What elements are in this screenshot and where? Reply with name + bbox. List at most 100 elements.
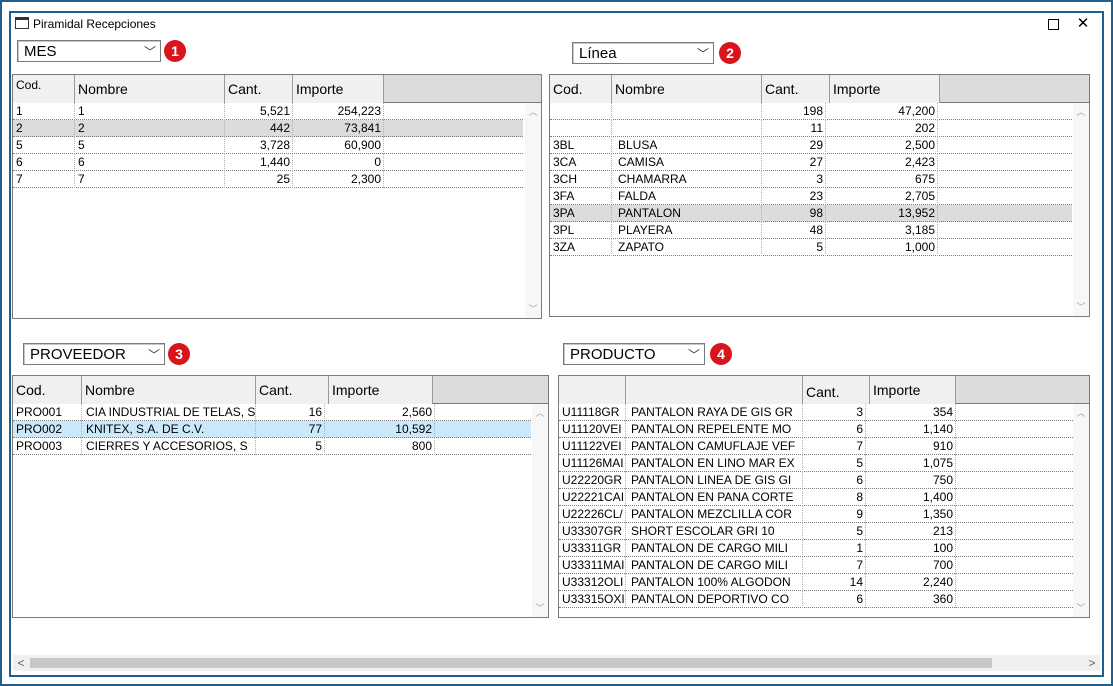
table-row[interactable]: 3ZA ZAPATO 5 1,000 <box>550 239 1072 256</box>
column-header-cod[interactable]: Cod. <box>550 75 612 103</box>
close-button[interactable]: ✕ <box>1070 15 1096 33</box>
header-filler <box>433 376 548 404</box>
cell-cod: 3CA <box>550 154 612 171</box>
table-row[interactable]: 198 47,200 <box>550 103 1072 120</box>
column-header-importe[interactable]: Importe <box>870 376 956 404</box>
column-header-importe[interactable]: Importe <box>830 75 940 103</box>
column-header-importe[interactable]: Importe <box>329 376 433 404</box>
cell-importe: 2,560 <box>325 404 435 421</box>
cell-cant: 48 <box>762 222 826 239</box>
cell-nombre: 1 <box>75 103 225 120</box>
cell-cant: 9 <box>803 506 866 523</box>
cell-nombre <box>612 103 762 120</box>
table-row-selected[interactable]: 2 2 442 73,841 <box>13 120 523 137</box>
column-header-cant[interactable]: Cant. <box>256 376 329 404</box>
column-header-cod[interactable]: Cod. <box>13 75 75 103</box>
proveedor-combo[interactable]: PROVEEDOR ﹀ <box>23 343 165 365</box>
column-header-nombre[interactable]: Nombre <box>82 376 256 404</box>
table-row[interactable]: U11118GR PANTALON RAYA DE GIS GR 3 354 <box>559 404 1073 421</box>
table-row-selected[interactable]: PRO002 KNITEX, S.A. DE C.V. 77 10,592 <box>13 421 531 438</box>
vertical-scrollbar[interactable]: ︿ ﹀ <box>532 404 548 617</box>
cell-nombre: 7 <box>75 171 225 188</box>
linea-combo-value: Línea <box>579 45 617 62</box>
window-title: Piramidal Recepciones <box>33 17 156 31</box>
table-row[interactable]: 6 6 1,440 0 <box>13 154 523 171</box>
chevron-left-icon[interactable]: < <box>13 655 29 671</box>
vertical-scrollbar[interactable]: ︿ ﹀ <box>1073 404 1089 617</box>
title-bar: Piramidal Recepciones ✕ <box>11 13 1102 35</box>
cell-nombre: PANTALON EN LINO MAR EX <box>626 455 803 472</box>
column-header-cant[interactable]: Cant. <box>762 75 830 103</box>
scroll-down-icon[interactable]: ﹀ <box>1073 300 1089 314</box>
table-row[interactable]: PRO001 CIA INDUSTRIAL DE TELAS, S 16 2,5… <box>13 404 531 421</box>
cell-cod: PRO002 <box>13 421 82 438</box>
scroll-down-icon[interactable]: ﹀ <box>1073 601 1089 615</box>
scrollbar-thumb[interactable] <box>30 658 992 668</box>
table-row[interactable]: PRO003 CIERRES Y ACCESORIOS, S 5 800 <box>13 438 531 455</box>
cell-cod <box>550 120 612 137</box>
cell-cant: 25 <box>225 171 293 188</box>
table-row[interactable]: 3BL BLUSA 29 2,500 <box>550 137 1072 154</box>
proveedor-grid[interactable]: Cod. Nombre Cant. Importe PRO001 CIA IND… <box>12 375 549 618</box>
table-row[interactable]: 3PL PLAYERA 48 3,185 <box>550 222 1072 239</box>
cell-cant: 6 <box>803 421 866 438</box>
table-row-selected[interactable]: 3PA PANTALON 98 13,952 <box>550 205 1072 222</box>
scroll-down-icon[interactable]: ﹀ <box>525 302 541 316</box>
chevron-right-icon[interactable]: > <box>1084 655 1100 671</box>
table-row[interactable]: U11122VEI PANTALON CAMUFLAJE VEF 7 910 <box>559 438 1073 455</box>
linea-grid[interactable]: Cod. Nombre Cant. Importe 198 47,200 11 … <box>549 74 1090 317</box>
producto-combo[interactable]: PRODUCTO ﹀ <box>563 343 705 365</box>
table-row[interactable]: 7 7 25 2,300 <box>13 171 523 188</box>
cell-cod: U22220GR <box>559 472 626 489</box>
column-header-cod[interactable] <box>559 376 626 404</box>
column-header-importe[interactable]: Importe <box>293 75 384 103</box>
cell-cant: 1,440 <box>225 154 293 171</box>
table-row[interactable]: U33312OLI PANTALON 100% ALGODON 14 2,240 <box>559 574 1073 591</box>
table-row[interactable]: U33307GR SHORT ESCOLAR GRI 10 5 213 <box>559 523 1073 540</box>
table-row[interactable]: U22220GR PANTALON LINEA DE GIS GI 6 750 <box>559 472 1073 489</box>
cell-cod: U33312OLI <box>559 574 626 591</box>
producto-grid[interactable]: Cant. Importe U11118GR PANTALON RAYA DE … <box>558 375 1090 618</box>
scroll-up-icon[interactable]: ︿ <box>525 105 541 119</box>
mes-grid-header: Cod. Nombre Cant. Importe <box>13 75 541 103</box>
horizontal-scrollbar[interactable]: < > <box>13 655 1100 671</box>
cell-nombre: CHAMARRA <box>612 171 762 188</box>
mes-combo[interactable]: MES ﹀ <box>17 40 161 62</box>
column-header-cod[interactable]: Cod. <box>13 376 82 404</box>
table-row[interactable]: U33311MAI PANTALON DE CARGO MILI 7 700 <box>559 557 1073 574</box>
table-row[interactable]: U22226CL/ PANTALON MEZCLILLA COR 9 1,350 <box>559 506 1073 523</box>
scroll-up-icon[interactable]: ︿ <box>532 406 548 420</box>
table-row[interactable]: 3CH CHAMARRA 3 675 <box>550 171 1072 188</box>
table-row[interactable]: U11126MAI PANTALON EN LINO MAR EX 5 1,07… <box>559 455 1073 472</box>
cell-cant: 3,728 <box>225 137 293 154</box>
scroll-up-icon[interactable]: ︿ <box>1073 406 1089 420</box>
column-header-nombre[interactable]: Nombre <box>612 75 762 103</box>
table-row[interactable]: 3CA CAMISA 27 2,423 <box>550 154 1072 171</box>
cell-cod: PRO003 <box>13 438 82 455</box>
maximize-button[interactable] <box>1040 15 1066 33</box>
column-header-nombre[interactable] <box>626 376 803 404</box>
cell-cant: 5 <box>803 455 866 472</box>
table-row[interactable]: U22221CAI PANTALON EN PANA CORTE 8 1,400 <box>559 489 1073 506</box>
column-header-cant[interactable]: Cant. <box>803 376 870 404</box>
cell-importe: 213 <box>866 523 956 540</box>
table-row[interactable]: U11120VEI PANTALON REPELENTE MO 6 1,140 <box>559 421 1073 438</box>
vertical-scrollbar[interactable]: ︿ ﹀ <box>525 103 541 318</box>
window-app-icon <box>15 17 29 29</box>
table-row[interactable]: 3FA FALDA 23 2,705 <box>550 188 1072 205</box>
table-row[interactable]: 5 5 3,728 60,900 <box>13 137 523 154</box>
table-row[interactable]: 11 202 <box>550 120 1072 137</box>
column-header-cant[interactable]: Cant. <box>225 75 293 103</box>
cell-nombre: PANTALON DEPORTIVO CO <box>626 591 803 608</box>
table-row[interactable]: 1 1 5,521 254,223 <box>13 103 523 120</box>
table-row[interactable]: U33311GR PANTALON DE CARGO MILI 1 100 <box>559 540 1073 557</box>
linea-combo[interactable]: Línea ﹀ <box>572 42 714 64</box>
scroll-down-icon[interactable]: ﹀ <box>532 601 548 615</box>
scroll-up-icon[interactable]: ︿ <box>1073 105 1089 119</box>
mes-grid[interactable]: Cod. Nombre Cant. Importe 1 1 5,521 254,… <box>12 74 542 319</box>
cell-cod: U22221CAI <box>559 489 626 506</box>
cell-cant: 23 <box>762 188 826 205</box>
column-header-nombre[interactable]: Nombre <box>75 75 225 103</box>
table-row[interactable]: U33315OXI PANTALON DEPORTIVO CO 6 360 <box>559 591 1073 608</box>
vertical-scrollbar[interactable]: ︿ ﹀ <box>1073 103 1089 316</box>
